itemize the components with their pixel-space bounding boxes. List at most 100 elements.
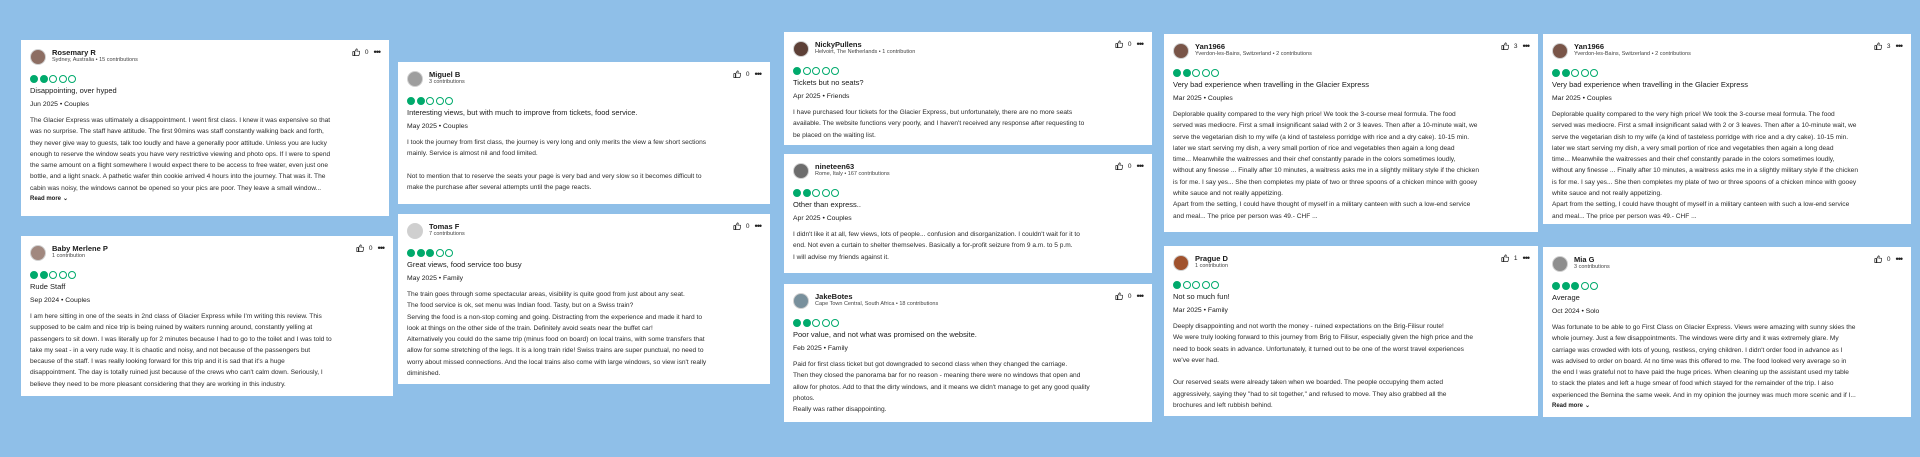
thumbs-up-icon[interactable] bbox=[1115, 292, 1123, 300]
avatar[interactable] bbox=[1173, 255, 1189, 271]
more-options-icon[interactable]: ••• bbox=[1896, 255, 1904, 264]
reviewer-location: Yverdon-les-Bains, Switzerland • 2 contr… bbox=[1195, 51, 1312, 57]
thumbs-up-icon[interactable] bbox=[1115, 40, 1123, 48]
rating-bubble bbox=[812, 319, 820, 327]
reviewer-name[interactable]: Mia G bbox=[1574, 255, 1874, 264]
more-options-icon[interactable]: ••• bbox=[1896, 42, 1904, 51]
read-more-label[interactable]: Read more bbox=[30, 196, 61, 202]
avatar[interactable] bbox=[1552, 256, 1568, 272]
more-options-icon[interactable]: ••• bbox=[1137, 292, 1145, 301]
reviewer-location: 7 contributions bbox=[429, 231, 465, 237]
reviewer-name[interactable]: Baby Merlene P bbox=[52, 244, 356, 253]
rating-bubble bbox=[793, 319, 801, 327]
avatar[interactable] bbox=[30, 245, 46, 261]
review-body: The Glacier Express was ultimately a dis… bbox=[30, 117, 331, 192]
avatar[interactable] bbox=[793, 41, 809, 57]
review-header: nineteen63 Rome, Italy • 167 contribution… bbox=[793, 162, 1145, 184]
reviewer-location: 1 contribution bbox=[52, 253, 86, 259]
rating-bubble bbox=[831, 67, 839, 75]
review-card: JakeBotes Cape Town Central, South Africa… bbox=[784, 284, 1152, 422]
thumbs-up-icon[interactable] bbox=[1501, 42, 1509, 50]
review-body: I took the journey from first class, the… bbox=[407, 139, 707, 192]
reviewer-name[interactable]: Miguel B bbox=[429, 70, 733, 79]
more-options-icon[interactable]: ••• bbox=[1137, 162, 1145, 171]
read-more-label[interactable]: Read more bbox=[1552, 403, 1583, 409]
review-title[interactable]: Poor value, and not what was promised on… bbox=[793, 330, 1143, 340]
reviewer-name[interactable]: Yan1966 bbox=[1574, 42, 1874, 51]
more-options-icon[interactable]: ••• bbox=[755, 70, 763, 79]
helpful-count: 0 bbox=[368, 244, 373, 252]
review-actions: 0 ••• bbox=[1874, 255, 1904, 264]
thumbs-up-icon[interactable] bbox=[733, 222, 741, 230]
rating-bubble bbox=[793, 67, 801, 75]
rating-bubble bbox=[68, 271, 76, 279]
reviewer-name[interactable]: JakeBotes bbox=[815, 292, 1115, 301]
review-date-trip-type: Jun 2025 • Couples bbox=[30, 101, 90, 108]
reviewer-name[interactable]: Tomas F bbox=[429, 222, 733, 231]
reviewer-info: Baby Merlene P1 contribution bbox=[52, 244, 356, 260]
review-title[interactable]: Very bad experience when travelling in t… bbox=[1173, 80, 1529, 90]
rating-bubble bbox=[1561, 282, 1570, 290]
rating-bubble bbox=[1201, 281, 1210, 289]
review-title[interactable]: Average bbox=[1552, 293, 1902, 303]
rating-bubble bbox=[1173, 281, 1181, 289]
avatar[interactable] bbox=[1552, 43, 1568, 59]
reviewer-info: Rosemary R Sydney, Australia • 15 contrib… bbox=[52, 48, 352, 64]
rating-bubble bbox=[68, 75, 76, 83]
reviewer-name[interactable]: Rosemary R bbox=[52, 48, 352, 57]
rating-bubble bbox=[1192, 69, 1200, 77]
thumbs-up-icon[interactable] bbox=[1874, 42, 1882, 50]
rating-bubble bbox=[58, 75, 67, 83]
thumbs-up-icon[interactable] bbox=[356, 244, 364, 252]
review-date-trip-type: Oct 2024 • Solo bbox=[1552, 308, 1600, 315]
review-title[interactable]: Other than express.. bbox=[793, 200, 1143, 210]
rating-bubble bbox=[1182, 281, 1191, 289]
reviewer-name[interactable]: NickyPullens bbox=[815, 40, 1115, 49]
reviewer-name[interactable]: Prague D bbox=[1195, 254, 1501, 263]
review-title[interactable]: Not so much fun! bbox=[1173, 292, 1529, 302]
review-body: I have purchased four tickets for the Gl… bbox=[793, 109, 1085, 139]
thumbs-up-icon[interactable] bbox=[733, 70, 741, 78]
rating-bubble bbox=[831, 319, 839, 327]
rating-bubble bbox=[821, 319, 830, 327]
review-title[interactable]: Interesting views, but with much to impr… bbox=[407, 108, 761, 118]
review-title[interactable]: Very bad experience when travelling in t… bbox=[1552, 80, 1902, 90]
thumbs-up-icon[interactable] bbox=[352, 48, 360, 56]
avatar[interactable] bbox=[793, 163, 809, 179]
rating-bubble bbox=[49, 271, 57, 279]
avatar[interactable] bbox=[1173, 43, 1189, 59]
rating-bubble bbox=[1552, 282, 1560, 290]
more-options-icon[interactable]: ••• bbox=[1137, 40, 1145, 49]
rating-bubble bbox=[831, 189, 839, 197]
review-actions: 0 ••• bbox=[356, 244, 386, 253]
thumbs-up-icon[interactable] bbox=[1501, 254, 1509, 262]
review-actions: 0 ••• bbox=[352, 48, 382, 57]
reviewer-name[interactable]: nineteen63 bbox=[815, 162, 1115, 171]
review-card: Baby Merlene P1 contribution 0 ••• Rude Sta… bbox=[21, 236, 393, 396]
reviewer-location: Yverdon-les-Bains, Switzerland • 2 contr… bbox=[1574, 51, 1691, 57]
more-options-icon[interactable]: ••• bbox=[755, 222, 763, 231]
avatar[interactable] bbox=[30, 49, 46, 65]
more-options-icon[interactable]: ••• bbox=[1523, 42, 1531, 51]
read-more-link[interactable]: Read more ⌄ bbox=[30, 195, 380, 202]
thumbs-up-icon[interactable] bbox=[1115, 162, 1123, 170]
avatar[interactable] bbox=[407, 71, 423, 87]
rating-bubble bbox=[812, 67, 820, 75]
review-title[interactable]: Great views, food service too busy bbox=[407, 260, 761, 270]
review-card: Yan1966 Yverdon-les-Bains, Switzerland • … bbox=[1543, 34, 1911, 224]
more-options-icon[interactable]: ••• bbox=[374, 48, 382, 57]
review-title[interactable]: Disappointing, over hyped bbox=[30, 86, 380, 96]
rating-bubbles bbox=[1173, 69, 1529, 77]
reviewer-location: 1 contribution bbox=[1195, 263, 1229, 269]
read-more-link[interactable]: Read more ⌄ bbox=[1552, 402, 1902, 409]
rating-bubbles bbox=[30, 75, 380, 83]
avatar[interactable] bbox=[793, 293, 809, 309]
review-header: Tomas F7 contributions 0 ••• bbox=[407, 222, 763, 244]
more-options-icon[interactable]: ••• bbox=[1523, 254, 1531, 263]
review-title[interactable]: Rude Staff bbox=[30, 282, 384, 292]
review-title[interactable]: Tickets but no seats? bbox=[793, 78, 1143, 88]
avatar[interactable] bbox=[407, 223, 423, 239]
more-options-icon[interactable]: ••• bbox=[378, 244, 386, 253]
reviewer-name[interactable]: Yan1966 bbox=[1195, 42, 1501, 51]
thumbs-up-icon[interactable] bbox=[1874, 255, 1882, 263]
